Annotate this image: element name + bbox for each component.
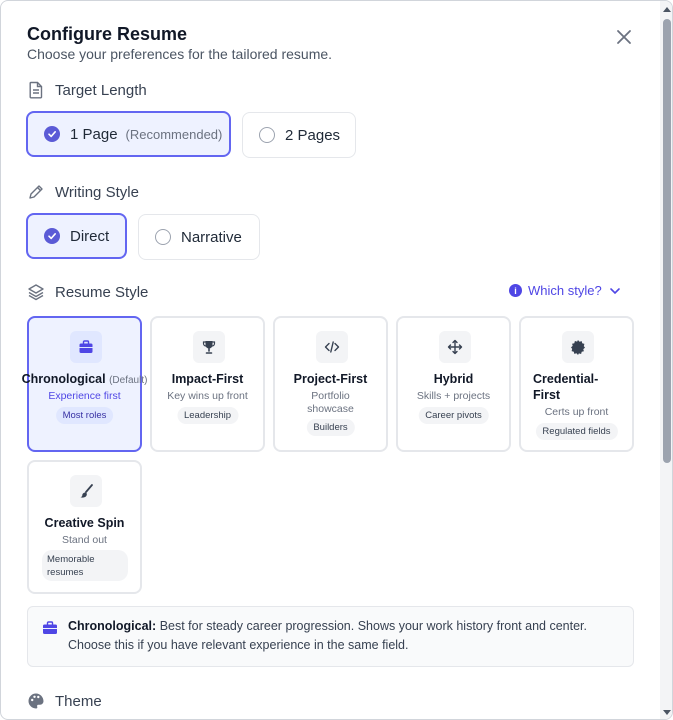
style-sub: Experience first [48,390,121,402]
style-name: Chronological [21,372,106,386]
writing-style-label: Writing Style [27,183,139,201]
length-option-2-pages[interactable]: 2 Pages [242,112,356,158]
theme-label: Theme [27,692,102,710]
scrollbar-thumb[interactable] [663,19,671,463]
style-card-impact-first[interactable]: Impact-First Key wins up front Leadershi… [150,316,265,452]
target-length-label: Target Length [27,81,147,99]
radio-icon [259,127,275,143]
dialog-title: Configure Resume [27,24,188,44]
style-tag: Leadership [176,407,239,424]
style-card-hybrid[interactable]: Hybrid Skills + projects Career pivots [396,316,511,452]
palette-icon [28,693,44,709]
style-sub: Certs up front [544,406,609,418]
badge-icon [562,331,594,363]
description-title: Chronological: [68,619,157,633]
radio-icon [155,229,171,245]
style-card-project-first[interactable]: Project-First Portfolio showcase Builder… [273,316,388,452]
style-option-narrative[interactable]: Narrative [138,214,260,260]
check-icon [44,126,60,142]
style-sub: Stand out [62,534,107,546]
style-name: Hybrid [433,372,474,386]
style-name-line-1: Credential- [533,372,599,386]
check-icon [44,228,60,244]
style-tag: Builders [306,419,355,436]
layers-icon [28,284,44,301]
briefcase-icon [70,331,102,363]
trophy-icon [193,331,225,363]
style-name: Creative Spin [44,516,125,530]
which-style-link[interactable]: i Which style? [509,283,622,298]
dialog-subtitle: Choose your preferences for the tailored… [27,46,333,62]
close-icon[interactable] [613,26,635,48]
style-description: Chronological: Best for steady career pr… [27,606,634,667]
scroll-down-icon[interactable] [663,710,671,715]
style-card-creative-spin[interactable]: Creative Spin Stand out Memorable resume… [27,460,142,594]
document-icon [29,81,43,99]
style-sub: Skills + projects [416,390,491,402]
briefcase-icon [43,621,57,634]
style-sub: Key wins up front [167,390,248,402]
brush-icon [70,475,102,507]
length-option-1-page[interactable]: 1 Page (Recommended) [26,111,231,157]
chevron-down-icon [609,287,620,294]
move-icon [439,331,471,363]
default-note: (Default) [109,375,148,386]
style-card-chronological[interactable]: Chronological (Default) Experience first… [22,316,147,452]
code-icon [316,331,348,363]
style-tag: Most roles [55,407,114,424]
info-icon: i [509,284,522,297]
style-tag: Memorable resumes [42,550,128,581]
scroll-up-icon[interactable] [663,7,671,12]
style-name: Impact-First [171,372,244,386]
style-sub-line-1: Portfolio [311,390,350,402]
style-name-line-2: First [533,388,561,402]
resume-style-label: Resume Style [27,283,148,301]
style-sub-line-2: showcase [307,403,354,415]
style-name: Project-First [293,372,368,386]
configure-resume-dialog: Configure Resume Choose your preferences… [0,0,673,720]
scrollbar[interactable] [660,1,672,719]
style-card-credential-first[interactable]: Credential- First Certs up front Regulat… [519,316,634,452]
style-tag: Career pivots [418,407,489,424]
style-tag: Regulated fields [535,423,618,440]
pen-icon [29,185,43,199]
style-option-direct[interactable]: Direct [26,213,127,259]
